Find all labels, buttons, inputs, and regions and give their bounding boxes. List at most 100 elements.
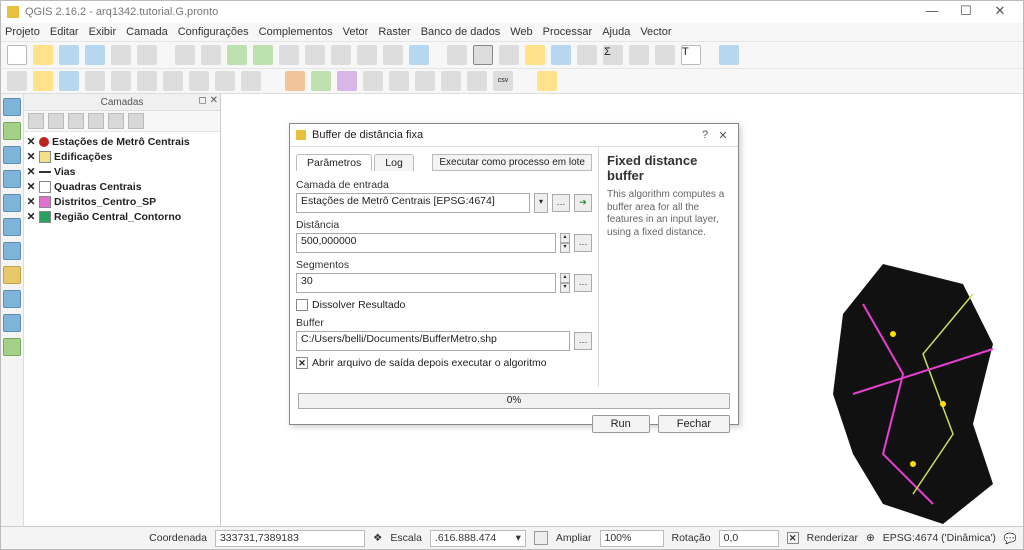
rotation-field[interactable]: 0,0 bbox=[719, 530, 779, 547]
layer-visibility-icon[interactable]: ✕ bbox=[26, 211, 36, 223]
new-shapefile-icon[interactable] bbox=[3, 290, 21, 308]
tab-parameters[interactable]: Parâmetros bbox=[296, 154, 372, 171]
zoom-full-icon[interactable] bbox=[279, 45, 299, 65]
layer-icon[interactable] bbox=[389, 71, 409, 91]
zoom-next-icon[interactable] bbox=[383, 45, 403, 65]
cut-icon[interactable] bbox=[189, 71, 209, 91]
copy-icon[interactable] bbox=[215, 71, 235, 91]
crs-label[interactable]: EPSG:4674 ('Dinâmica') bbox=[883, 532, 996, 544]
menu-complementos[interactable]: Complementos bbox=[259, 26, 333, 38]
distance-input[interactable]: 500,000000 bbox=[296, 233, 556, 253]
new-memory-icon[interactable] bbox=[3, 338, 21, 356]
menu-web[interactable]: Web bbox=[510, 26, 532, 38]
tab-log[interactable]: Log bbox=[374, 154, 414, 171]
identify-icon[interactable] bbox=[447, 45, 467, 65]
maximize-button[interactable]: ☐ bbox=[949, 3, 983, 21]
layer-tool-icon[interactable] bbox=[28, 113, 44, 129]
run-button[interactable]: Run bbox=[592, 415, 650, 433]
layer-row[interactable]: ✕Distritos_Centro_SP bbox=[26, 194, 218, 209]
add-raster-icon[interactable] bbox=[311, 71, 331, 91]
input-layer-select[interactable]: Estações de Metrô Centrais [EPSG:4674] bbox=[296, 193, 530, 213]
pan-selection-icon[interactable] bbox=[201, 45, 221, 65]
close-dialog-button[interactable]: Fechar bbox=[658, 415, 730, 433]
layer-icon[interactable] bbox=[415, 71, 435, 91]
input-layer-dropdown-icon[interactable]: ▾ bbox=[534, 193, 548, 213]
add-vector-icon[interactable] bbox=[285, 71, 305, 91]
distance-options-button[interactable]: … bbox=[574, 234, 592, 252]
magnifier-field[interactable]: 100% bbox=[600, 530, 664, 547]
dissolve-checkbox[interactable]: Dissolver Resultado bbox=[296, 299, 592, 311]
layer-icon[interactable] bbox=[467, 71, 487, 91]
dialog-close-button[interactable]: ✕ bbox=[714, 129, 732, 142]
dialog-help-button[interactable]: ? bbox=[696, 129, 714, 141]
menu-raster[interactable]: Raster bbox=[378, 26, 410, 38]
zoom-layer-icon[interactable] bbox=[305, 45, 325, 65]
layer-row[interactable]: ✕Estações de Metrô Centrais bbox=[26, 134, 218, 149]
coord-field[interactable]: 333731,7389183 bbox=[215, 530, 365, 547]
collapse-icon[interactable] bbox=[108, 113, 124, 129]
move-icon[interactable] bbox=[111, 71, 131, 91]
extent-icon[interactable]: ❖ bbox=[373, 532, 382, 544]
stats-icon[interactable]: Σ bbox=[603, 45, 623, 65]
add-db-icon[interactable] bbox=[337, 71, 357, 91]
render-checkbox[interactable]: ✕ bbox=[787, 532, 799, 544]
add-csv-icon[interactable] bbox=[3, 266, 21, 284]
segments-input[interactable]: 30 bbox=[296, 273, 556, 293]
menu-processar[interactable]: Processar bbox=[543, 26, 593, 38]
new-icon[interactable] bbox=[7, 45, 27, 65]
node-icon[interactable] bbox=[137, 71, 157, 91]
add-feature-icon[interactable] bbox=[85, 71, 105, 91]
menu-config[interactable]: Configurações bbox=[178, 26, 249, 38]
zoom-last-icon[interactable] bbox=[357, 45, 377, 65]
menu-projeto[interactable]: Projeto bbox=[5, 26, 40, 38]
scale-lock-icon[interactable] bbox=[534, 531, 548, 545]
run-batch-button[interactable]: Executar como processo em lote bbox=[432, 154, 592, 171]
menu-vetor[interactable]: Vetor bbox=[343, 26, 369, 38]
edit-icon[interactable] bbox=[7, 71, 27, 91]
new-virtual-icon[interactable] bbox=[3, 314, 21, 332]
pencil-icon[interactable] bbox=[33, 71, 53, 91]
remove-icon[interactable] bbox=[128, 113, 144, 129]
calc-icon[interactable] bbox=[577, 45, 597, 65]
table-icon[interactable] bbox=[551, 45, 571, 65]
paste-icon[interactable] bbox=[241, 71, 261, 91]
select-icon[interactable] bbox=[473, 45, 493, 65]
expand-icon[interactable] bbox=[88, 113, 104, 129]
menu-camada[interactable]: Camada bbox=[126, 26, 168, 38]
save-icon[interactable] bbox=[59, 45, 79, 65]
pan-icon[interactable] bbox=[175, 45, 195, 65]
input-layer-iterate-button[interactable]: ➔ bbox=[574, 194, 592, 212]
close-button[interactable]: ✕ bbox=[983, 3, 1017, 21]
segments-spinner[interactable]: ▴▾ bbox=[560, 273, 570, 293]
add-wfs-icon[interactable] bbox=[3, 242, 21, 260]
panel-undock-icon[interactable]: ◻ ✕ bbox=[199, 95, 218, 106]
menu-editar[interactable]: Editar bbox=[50, 26, 79, 38]
measure-icon[interactable] bbox=[525, 45, 545, 65]
layer-row[interactable]: ✕Vias bbox=[26, 164, 218, 179]
scale-field[interactable]: .616.888.474▾ bbox=[430, 530, 526, 547]
zoom-in-icon[interactable] bbox=[227, 45, 247, 65]
crs-icon[interactable]: ⊕ bbox=[866, 532, 875, 544]
csv-icon[interactable]: csv bbox=[493, 71, 513, 91]
save-edits-icon[interactable] bbox=[59, 71, 79, 91]
layer-row[interactable]: ✕Quadras Centrais bbox=[26, 179, 218, 194]
add-raster-layer-icon[interactable] bbox=[3, 122, 21, 140]
zoom-sel-icon[interactable] bbox=[331, 45, 351, 65]
layer-visibility-icon[interactable]: ✕ bbox=[26, 166, 36, 178]
dialog-titlebar[interactable]: Buffer de distância fixa ? ✕ bbox=[290, 124, 738, 147]
python-icon[interactable] bbox=[537, 71, 557, 91]
saveas-icon[interactable] bbox=[85, 45, 105, 65]
open-icon[interactable] bbox=[33, 45, 53, 65]
filter-icon[interactable] bbox=[68, 113, 84, 129]
add-wcs-icon[interactable] bbox=[3, 218, 21, 236]
label-icon[interactable]: T bbox=[681, 45, 701, 65]
zoom-out-icon[interactable] bbox=[253, 45, 273, 65]
layer-visibility-icon[interactable]: ✕ bbox=[26, 196, 36, 208]
tool-icon[interactable] bbox=[655, 45, 675, 65]
tool-icon[interactable] bbox=[629, 45, 649, 65]
segments-options-button[interactable]: … bbox=[574, 274, 592, 292]
layer-row[interactable]: ✕Região Central_Contorno bbox=[26, 209, 218, 224]
add-postgis-icon[interactable] bbox=[3, 146, 21, 164]
layer-row[interactable]: ✕Edificações bbox=[26, 149, 218, 164]
buffer-output-input[interactable]: C:/Users/belli/Documents/BufferMetro.shp bbox=[296, 331, 570, 351]
